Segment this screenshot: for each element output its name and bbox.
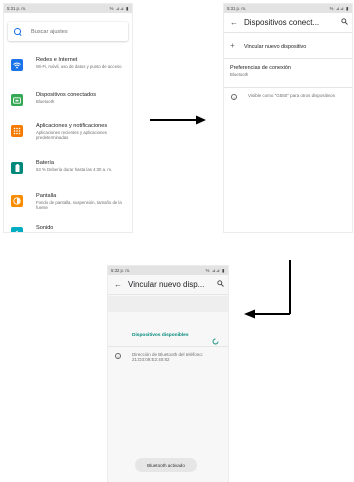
flow-arrows bbox=[150, 115, 291, 319]
arrow-to-connected-devices bbox=[150, 115, 206, 125]
arrow-to-pair-new-device bbox=[244, 260, 291, 319]
